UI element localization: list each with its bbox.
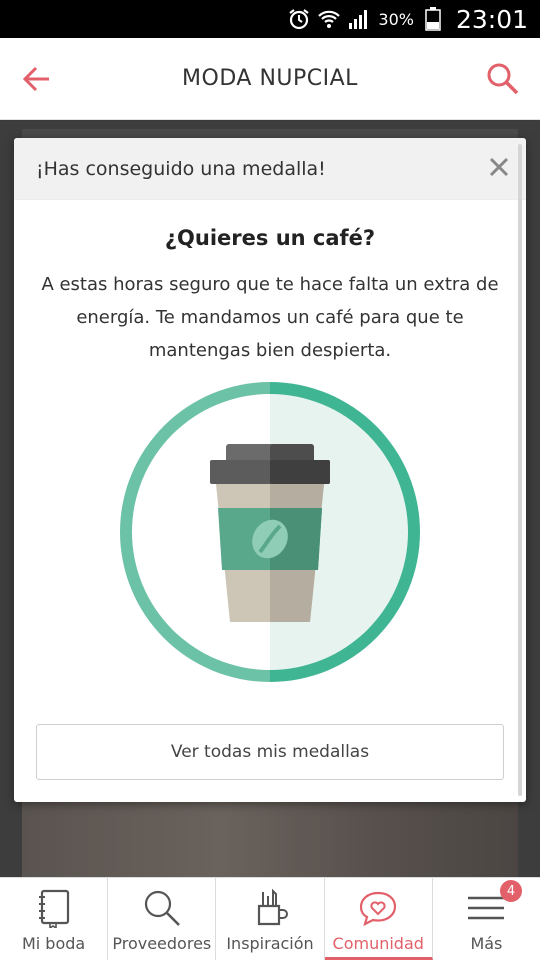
nav-label: Inspiración (226, 934, 314, 953)
nav-label: Proveedores (112, 934, 212, 953)
dialog-header: ¡Has conseguido una medalla! (14, 138, 526, 200)
heart-chat-icon (356, 886, 400, 930)
nav-label: Mi boda (21, 934, 86, 953)
magnifier-icon (140, 886, 184, 930)
nav-label: Comunidad (332, 934, 424, 953)
nav-item-inspiracion[interactable]: Inspiración (216, 878, 325, 960)
signal-icon (348, 8, 370, 30)
pencil-cup-icon (248, 886, 292, 930)
search-icon[interactable] (486, 62, 520, 96)
alarm-icon (288, 8, 310, 30)
medal-dialog: ¡Has conseguido una medalla! ¿Quieres un… (14, 138, 526, 802)
clock: 23:01 (455, 4, 528, 34)
page-title: MODA NUPCIAL (182, 66, 358, 91)
battery-percent: 30% (378, 9, 414, 29)
badge-description: A estas horas seguro que te hace falta u… (41, 274, 499, 361)
background-photo (22, 801, 518, 877)
nav-label: Más (470, 934, 503, 953)
app-header: MODA NUPCIAL (0, 38, 540, 120)
nav-item-mi-boda[interactable]: Mi boda (0, 878, 109, 960)
notebook-icon (32, 886, 76, 930)
dialog-title: ¡Has conseguido una medalla! (36, 157, 326, 180)
close-icon[interactable] (488, 156, 510, 178)
nav-item-mas[interactable]: 4 Más (433, 878, 540, 960)
bottom-nav: Mi boda Proveedores Inspiración Comunida… (0, 877, 540, 960)
status-bar: 30% 23:01 (0, 0, 540, 38)
all-medals-button[interactable]: Ver todas mis medallas (36, 724, 504, 780)
badge-title: ¿Quieres un café? (164, 226, 376, 250)
nav-item-comunidad[interactable]: Comunidad (324, 878, 433, 960)
nav-item-proveedores[interactable]: Proveedores (108, 878, 217, 960)
arrow-left-icon[interactable] (22, 64, 52, 94)
notification-badge: 4 (500, 880, 523, 902)
coffee-cup-icon (120, 382, 420, 682)
battery-icon (422, 7, 444, 31)
wifi-icon (318, 8, 341, 30)
